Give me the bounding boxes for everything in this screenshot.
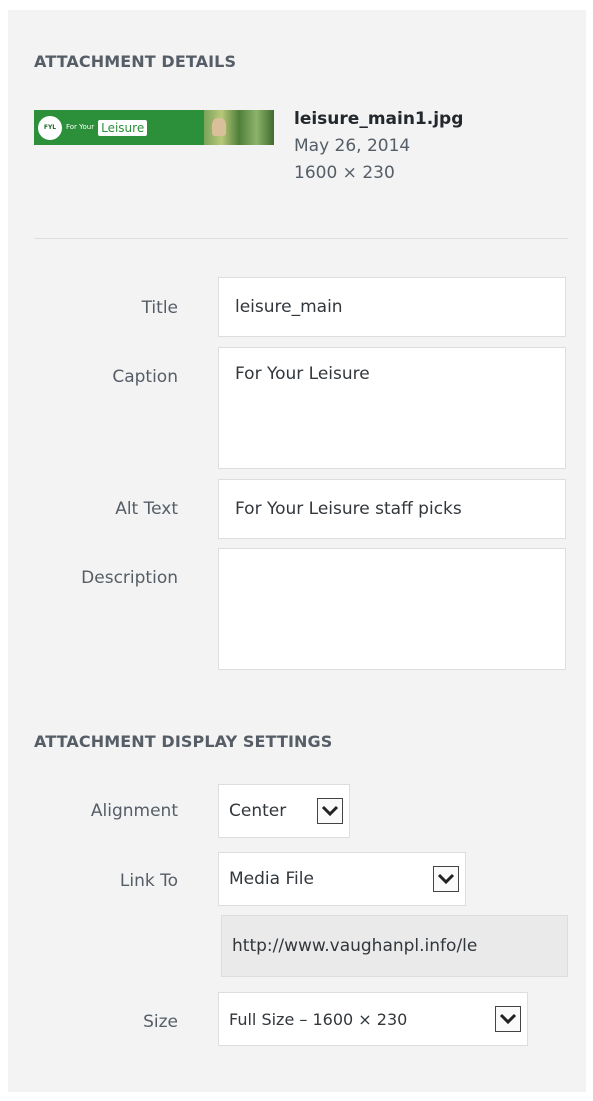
thumbnail-brand-text: Leisure <box>98 119 148 136</box>
display-settings-heading: ATTACHMENT DISPLAY SETTINGS <box>34 732 333 751</box>
description-label: Description <box>81 568 178 588</box>
size-select[interactable]: Full Size – 1600 × 230 <box>218 992 528 1046</box>
attachment-details-heading: ATTACHMENT DETAILS <box>34 52 237 71</box>
upload-date: May 26, 2014 <box>294 136 411 156</box>
alignment-label: Alignment <box>90 801 178 821</box>
library-logo: FYL <box>38 115 62 140</box>
attachment-details-panel: ATTACHMENT DETAILS FYL For Your Leisure … <box>8 10 586 1092</box>
link-to-label: Link To <box>119 871 178 891</box>
alt-text-input[interactable] <box>218 479 566 539</box>
file-info: leisure_main1.jpg May 26, 2014 1600 × 23… <box>294 106 463 187</box>
alignment-value: Center <box>229 801 287 821</box>
caption-textarea[interactable]: For Your Leisure <box>218 347 566 469</box>
file-name: leisure_main1.jpg <box>294 109 464 129</box>
link-to-select[interactable]: Media File <box>218 852 466 906</box>
attachment-thumbnail: FYL For Your Leisure <box>34 110 274 145</box>
description-textarea[interactable] <box>218 548 566 670</box>
link-to-value: Media File <box>229 869 314 889</box>
size-value: Full Size – 1600 × 230 <box>229 1009 408 1029</box>
alignment-select[interactable]: Center <box>218 784 350 838</box>
alt-text-label: Alt Text <box>115 499 178 519</box>
chevron-down-icon[interactable] <box>495 1006 521 1032</box>
title-label: Title <box>141 298 178 318</box>
thumbnail-banner: FYL For Your Leisure <box>34 110 204 145</box>
image-dimensions: 1600 × 230 <box>294 163 395 183</box>
chevron-down-icon[interactable] <box>433 866 459 892</box>
thumbnail-photo <box>204 110 274 145</box>
thumbnail-small-text: For Your <box>66 123 95 131</box>
section-divider <box>34 238 568 239</box>
size-label: Size <box>143 1012 178 1032</box>
link-url-input[interactable] <box>221 915 568 977</box>
chevron-down-icon[interactable] <box>317 798 343 824</box>
caption-label: Caption <box>112 367 178 387</box>
title-input[interactable] <box>218 277 566 337</box>
